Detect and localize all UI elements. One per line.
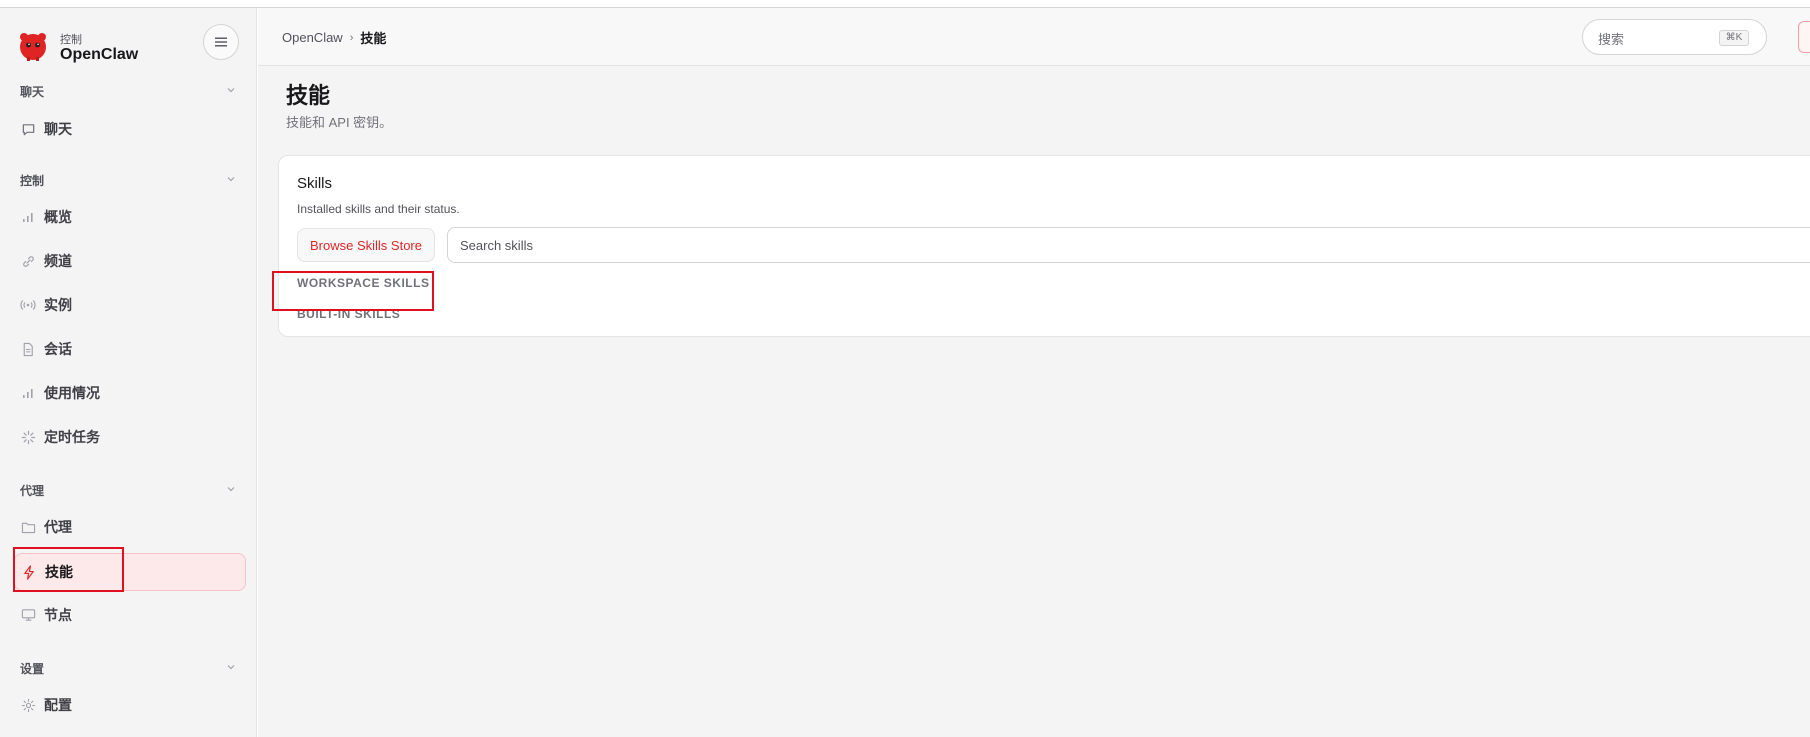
broadcast-icon xyxy=(20,300,36,310)
breadcrumb-root[interactable]: OpenClaw xyxy=(282,30,343,45)
document-icon xyxy=(23,342,33,356)
nav-group-chat[interactable]: 聊天 xyxy=(20,83,44,100)
link-icon xyxy=(22,255,34,267)
sidebar-item-label: 代理 xyxy=(44,519,72,535)
sidebar-item-channels[interactable]: 频道 xyxy=(14,242,246,280)
sidebar-item-usage[interactable]: 使用情况 xyxy=(14,374,246,412)
top-header: OpenClaw › 技能 搜索 ⌘K xyxy=(258,8,1810,66)
breadcrumb: OpenClaw › 技能 xyxy=(282,28,386,47)
hamburger-icon xyxy=(215,37,227,47)
breadcrumb-current: 技能 xyxy=(360,31,387,46)
bar-chart-icon xyxy=(23,389,33,398)
sidebar-item-scheduled-tasks[interactable]: 定时任务 xyxy=(14,418,246,456)
nav-group-agents[interactable]: 代理 xyxy=(20,482,44,499)
chevron-down-icon[interactable] xyxy=(226,85,236,95)
sidebar: 控制 OpenClaw 聊天 聊天 控制 概览 频道 实例 会话 使用情况 定时… xyxy=(0,8,257,737)
sidebar-item-chat[interactable]: 聊天 xyxy=(14,110,246,148)
window-top-edge xyxy=(0,0,1810,8)
sidebar-item-instances[interactable]: 实例 xyxy=(14,286,246,324)
sidebar-item-label: 实例 xyxy=(44,297,72,313)
sidebar-item-label: 使用情况 xyxy=(44,385,100,401)
monitor-icon xyxy=(21,609,35,621)
breadcrumb-separator: › xyxy=(349,31,354,44)
chevron-down-icon[interactable] xyxy=(226,174,236,184)
sidebar-toggle-button[interactable] xyxy=(203,24,239,60)
global-search-input[interactable]: 搜索 ⌘K xyxy=(1582,19,1767,55)
sidebar-item-label: 会话 xyxy=(44,341,72,357)
skills-search-input[interactable]: Search skills xyxy=(447,227,1810,263)
openclaw-logo-icon xyxy=(20,33,46,61)
chevron-down-icon[interactable] xyxy=(226,662,236,672)
sidebar-item-label: 配置 xyxy=(44,697,72,713)
nav-group-settings[interactable]: 设置 xyxy=(20,660,44,677)
skills-card-title: Skills xyxy=(297,175,333,192)
sidebar-item-overview[interactable]: 概览 xyxy=(14,198,246,236)
header-action-button[interactable] xyxy=(1798,21,1810,53)
brand-subtitle: 控制 xyxy=(60,34,82,46)
brand-title: OpenClaw xyxy=(60,46,139,63)
skills-card: Skills Installed skills and their status… xyxy=(278,155,1810,337)
folder-icon xyxy=(21,522,35,533)
skills-search-placeholder: Search skills xyxy=(460,238,533,253)
search-placeholder: 搜索 xyxy=(1598,32,1625,47)
skills-card-subtitle: Installed skills and their status. xyxy=(297,202,460,216)
sidebar-item-label: 定时任务 xyxy=(44,429,100,445)
search-shortcut-badge: ⌘K xyxy=(1719,30,1749,46)
page-title: 技能 xyxy=(286,83,331,108)
annotation-highlight-box xyxy=(13,547,124,592)
nav-group-control[interactable]: 控制 xyxy=(20,172,44,189)
sidebar-item-label: 概览 xyxy=(44,209,72,225)
bar-chart-icon xyxy=(23,213,33,222)
sidebar-item-label: 节点 xyxy=(44,607,72,623)
sidebar-item-agents[interactable]: 代理 xyxy=(14,508,246,546)
annotation-highlight-box xyxy=(272,271,434,311)
sidebar-item-label: 聊天 xyxy=(44,121,72,137)
page-subtitle: 技能和 API 密钥。 xyxy=(286,115,393,130)
loader-icon xyxy=(21,430,35,444)
sidebar-item-nodes[interactable]: 节点 xyxy=(14,596,246,634)
chevron-down-icon[interactable] xyxy=(226,484,236,494)
gear-icon xyxy=(21,698,35,712)
browse-skills-store-button[interactable]: Browse Skills Store xyxy=(297,228,435,262)
sidebar-item-config[interactable]: 配置 xyxy=(14,686,246,724)
sidebar-item-sessions[interactable]: 会话 xyxy=(14,330,246,368)
main-content: 技能 技能和 API 密钥。 Skills Installed skills a… xyxy=(258,66,1810,737)
sidebar-item-label: 频道 xyxy=(44,253,72,269)
chat-bubble-icon xyxy=(22,123,34,135)
